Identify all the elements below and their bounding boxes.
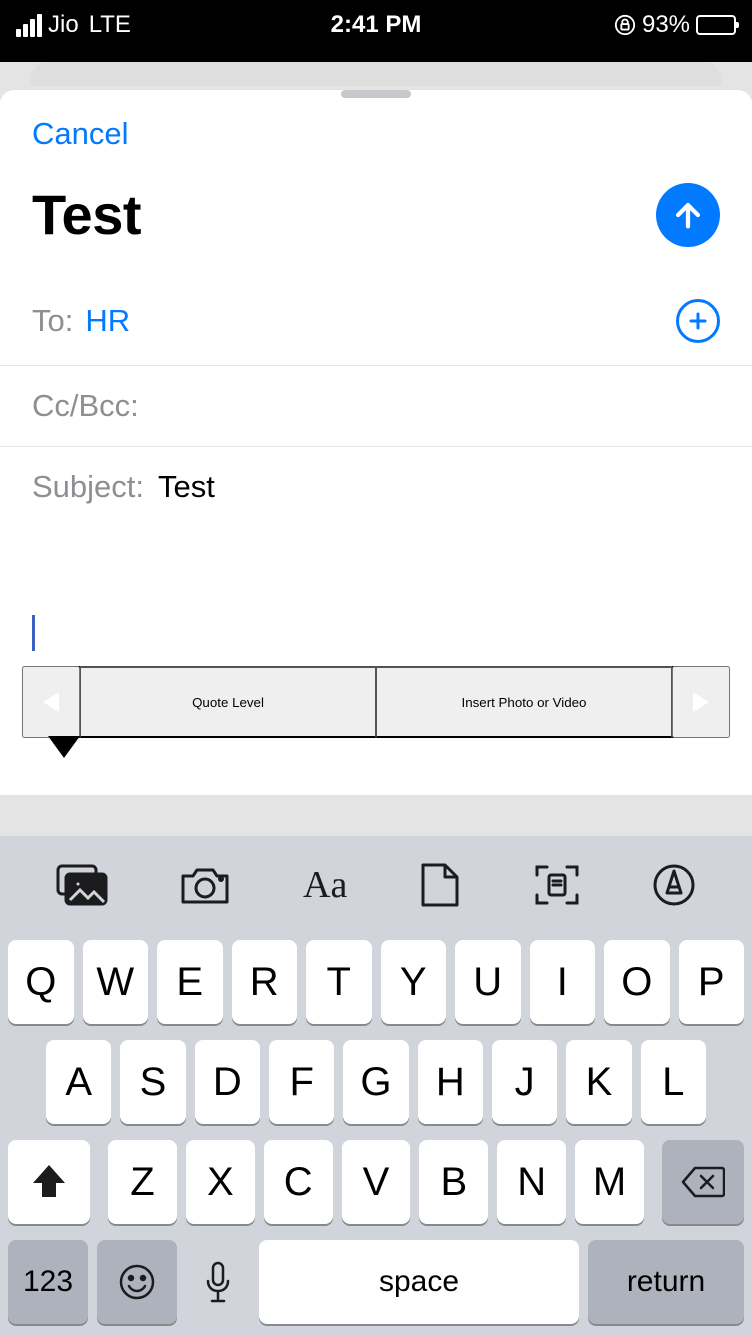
camera-tool-icon[interactable] bbox=[179, 864, 231, 906]
key-h[interactable]: H bbox=[418, 1040, 483, 1124]
key-y[interactable]: Y bbox=[381, 940, 447, 1024]
key-j[interactable]: J bbox=[492, 1040, 557, 1124]
shift-key[interactable] bbox=[8, 1140, 90, 1224]
photos-tool-icon[interactable] bbox=[56, 864, 108, 906]
key-o[interactable]: O bbox=[604, 940, 670, 1024]
context-menu: Quote Level Insert Photo or Video bbox=[22, 666, 730, 738]
space-key[interactable]: space bbox=[259, 1240, 579, 1324]
subject-field[interactable]: Subject: Test bbox=[0, 447, 752, 527]
keyboard-row-3: ZXCVBNM bbox=[8, 1140, 744, 1224]
microphone-icon bbox=[204, 1261, 232, 1303]
keyboard-toolbar: Aa bbox=[0, 836, 752, 934]
status-right: 93% bbox=[421, 11, 736, 39]
key-i[interactable]: I bbox=[530, 940, 596, 1024]
quote-level-item[interactable]: Quote Level bbox=[80, 666, 376, 738]
context-menu-tail bbox=[48, 736, 80, 758]
to-recipient: HR bbox=[85, 303, 130, 339]
document-tool-icon[interactable] bbox=[419, 861, 461, 909]
black-strip bbox=[0, 50, 752, 62]
key-e[interactable]: E bbox=[157, 940, 223, 1024]
emoji-icon bbox=[118, 1263, 156, 1301]
key-m[interactable]: M bbox=[575, 1140, 644, 1224]
key-n[interactable]: N bbox=[497, 1140, 566, 1224]
keyboard-row-1: QWERTYUIOP bbox=[8, 940, 744, 1024]
signal-icon bbox=[16, 14, 42, 37]
key-q[interactable]: Q bbox=[8, 940, 74, 1024]
status-bar: Jio LTE 2:41 PM 93% bbox=[0, 0, 752, 50]
to-label: To: bbox=[32, 303, 73, 339]
key-x[interactable]: X bbox=[186, 1140, 255, 1224]
scan-tool-icon[interactable] bbox=[533, 861, 581, 909]
status-left: Jio LTE bbox=[16, 11, 331, 39]
text-cursor bbox=[32, 615, 35, 651]
arrow-up-icon bbox=[671, 198, 705, 232]
key-b[interactable]: B bbox=[419, 1140, 488, 1224]
key-u[interactable]: U bbox=[455, 940, 521, 1024]
key-d[interactable]: D bbox=[195, 1040, 260, 1124]
subject-value: Test bbox=[158, 469, 215, 505]
key-z[interactable]: Z bbox=[108, 1140, 177, 1224]
compose-title: Test bbox=[32, 182, 656, 247]
battery-icon bbox=[696, 15, 736, 35]
sheet-behind bbox=[30, 62, 722, 86]
text-format-tool-icon[interactable]: Aa bbox=[303, 863, 347, 907]
key-g[interactable]: G bbox=[343, 1040, 408, 1124]
ccbcc-label: Cc/Bcc: bbox=[32, 388, 139, 424]
context-menu-next[interactable] bbox=[672, 666, 730, 738]
triangle-left-icon bbox=[42, 692, 60, 712]
compose-sheet: Cancel Test To: HR Cc/Bcc: Subject: Test… bbox=[0, 90, 752, 795]
dictation-key[interactable] bbox=[186, 1240, 250, 1324]
backspace-icon bbox=[681, 1166, 725, 1198]
carrier-label: Jio bbox=[48, 11, 79, 39]
to-field[interactable]: To: HR bbox=[0, 277, 752, 366]
key-w[interactable]: W bbox=[83, 940, 149, 1024]
markup-tool-icon[interactable] bbox=[652, 863, 696, 907]
battery-pct: 93% bbox=[642, 11, 690, 39]
subject-label: Subject: bbox=[32, 469, 144, 505]
shift-icon bbox=[31, 1165, 67, 1199]
send-button[interactable] bbox=[656, 183, 720, 247]
insert-photo-video-item[interactable]: Insert Photo or Video bbox=[376, 666, 672, 738]
key-f[interactable]: F bbox=[269, 1040, 334, 1124]
numbers-key[interactable]: 123 bbox=[8, 1240, 88, 1324]
sheet-grabber[interactable] bbox=[341, 90, 411, 98]
key-s[interactable]: S bbox=[120, 1040, 185, 1124]
keyboard-row-2: ASDFGHJKL bbox=[8, 1040, 744, 1124]
key-p[interactable]: P bbox=[679, 940, 745, 1024]
keyboard: Aa QWERTYUIOP ASDFGHJKL ZXCVBNM 123 bbox=[0, 836, 752, 1336]
network-label: LTE bbox=[89, 11, 131, 39]
ccbcc-field[interactable]: Cc/Bcc: bbox=[0, 366, 752, 447]
clock-time: 2:41 PM bbox=[331, 11, 422, 39]
plus-icon bbox=[686, 309, 710, 333]
triangle-right-icon bbox=[692, 692, 710, 712]
context-menu-prev[interactable] bbox=[22, 666, 80, 738]
backspace-key[interactable] bbox=[662, 1140, 744, 1224]
message-body[interactable] bbox=[0, 527, 752, 676]
cancel-button[interactable]: Cancel bbox=[32, 116, 129, 152]
key-a[interactable]: A bbox=[46, 1040, 111, 1124]
key-r[interactable]: R bbox=[232, 940, 298, 1024]
keyboard-row-4: 123 space return bbox=[8, 1240, 744, 1324]
key-k[interactable]: K bbox=[566, 1040, 631, 1124]
key-t[interactable]: T bbox=[306, 940, 372, 1024]
return-key[interactable]: return bbox=[588, 1240, 744, 1324]
emoji-key[interactable] bbox=[97, 1240, 177, 1324]
add-contact-button[interactable] bbox=[676, 299, 720, 343]
key-c[interactable]: C bbox=[264, 1140, 333, 1224]
key-v[interactable]: V bbox=[342, 1140, 411, 1224]
orientation-lock-icon bbox=[614, 14, 636, 36]
key-l[interactable]: L bbox=[641, 1040, 706, 1124]
